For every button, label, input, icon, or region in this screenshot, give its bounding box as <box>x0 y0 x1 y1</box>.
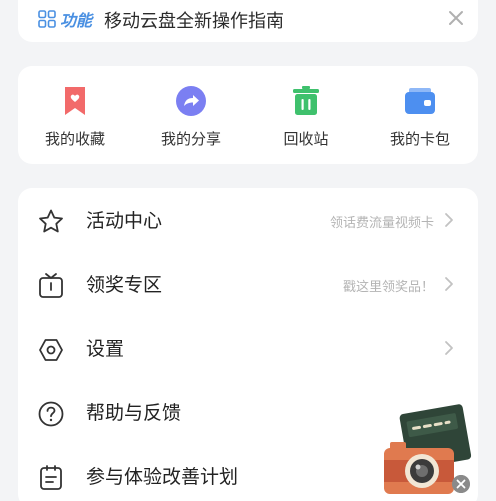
menu-item-hint: 领话费流量视频卡 <box>329 216 434 231</box>
menu-item-label: 设置 <box>86 338 125 360</box>
help-icon <box>38 401 64 427</box>
share-icon <box>176 86 206 116</box>
menu-item-activity-center[interactable]: 活动中心 领话费流量视频卡 <box>18 188 478 252</box>
chevron-right-icon <box>445 341 453 355</box>
chevron-right-icon <box>445 213 453 227</box>
menu-item-rewards-zone[interactable]: 领奖专区 戳这里领奖品！ <box>18 252 478 316</box>
plan-icon <box>40 465 62 490</box>
star-icon <box>39 209 63 233</box>
guide-banner[interactable]: 功能 移动云盘全新操作指南 <box>18 0 478 42</box>
menu-item-label: 领奖专区 <box>86 274 163 296</box>
shortcut-shares-label: 我的分享 <box>160 130 221 148</box>
menu-item-label: 帮助与反馈 <box>86 402 182 424</box>
shortcut-grid: 我的收藏 我的分享 回收站 我的卡包 <box>18 66 478 164</box>
hexagon-settings-icon <box>39 339 63 361</box>
shortcut-card-wallet[interactable]: 我的卡包 <box>375 84 465 149</box>
menu-item-label: 参与体验改善计划 <box>86 466 239 488</box>
close-icon[interactable] <box>452 475 470 493</box>
shortcut-recycle-bin[interactable]: 回收站 <box>261 84 351 149</box>
menu-item-hint: 戳这里领奖品！ <box>342 280 434 295</box>
gift-box-icon <box>39 273 63 298</box>
wallet-icon <box>405 88 435 114</box>
menu-item-label: 活动中心 <box>86 210 163 232</box>
trash-icon <box>293 86 319 115</box>
menu-item-settings[interactable]: 设置 <box>18 316 478 380</box>
shortcut-card-wallet-label: 我的卡包 <box>389 130 450 148</box>
grid-icon <box>38 10 56 28</box>
shortcut-recycle-bin-label: 回收站 <box>283 130 329 148</box>
chevron-right-icon <box>445 277 453 291</box>
shortcut-favorites[interactable]: 我的收藏 <box>30 84 120 149</box>
close-icon[interactable] <box>446 8 466 28</box>
bookmark-icon <box>65 87 85 115</box>
shortcut-favorites-label: 我的收藏 <box>44 130 105 148</box>
shortcut-shares[interactable]: 我的分享 <box>146 84 236 149</box>
banner-tag: 功能 <box>60 11 93 30</box>
banner-title: 移动云盘全新操作指南 <box>104 11 284 32</box>
